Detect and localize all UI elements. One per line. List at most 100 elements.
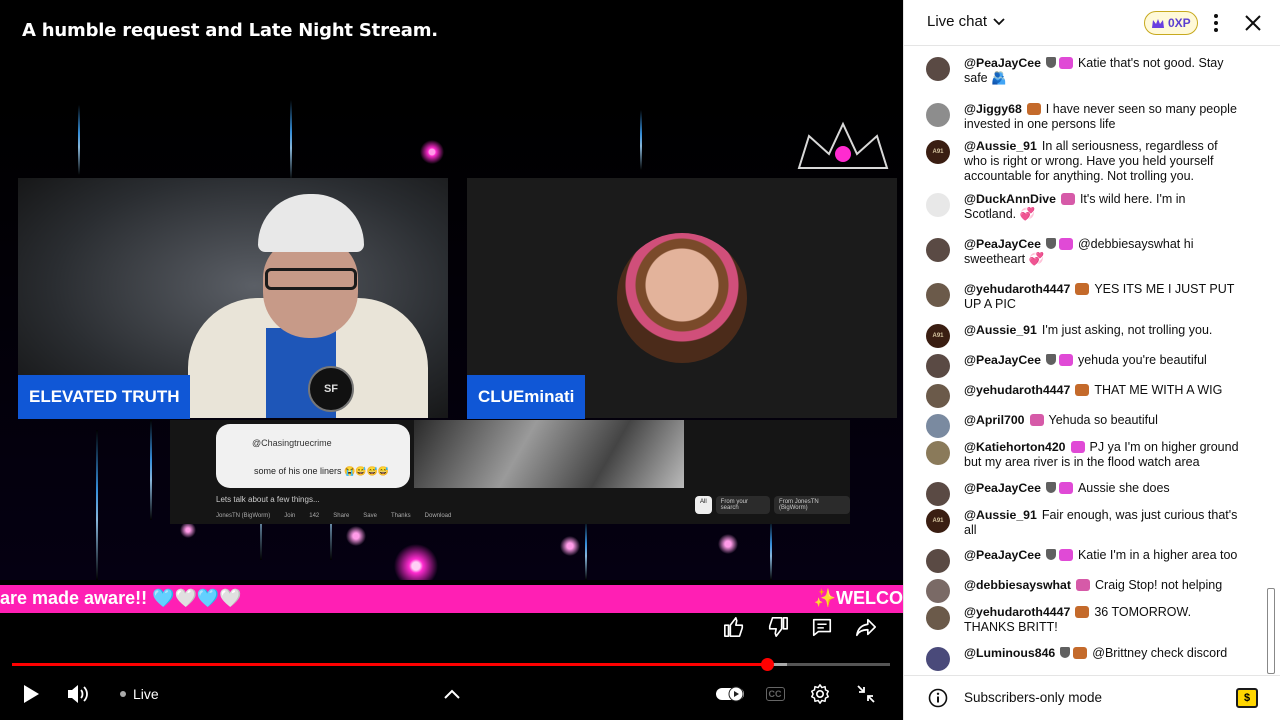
- chat-message-text: @Brittney check discord: [1092, 646, 1228, 660]
- chat-author-avatar[interactable]: [926, 384, 950, 408]
- video-player[interactable]: A humble request and Late Night Stream. …: [0, 0, 903, 720]
- moderator-shield-icon: [1045, 354, 1056, 365]
- chat-message[interactable]: @PeaJayCee Katie I'm in a higher area too: [926, 548, 1266, 573]
- chat-message[interactable]: @Katiehorton420 PJ ya I'm on higher groun…: [926, 440, 1266, 470]
- light-streak: [585, 520, 587, 580]
- progress-scrubber-handle[interactable]: [761, 658, 775, 671]
- share-button[interactable]: [853, 614, 879, 640]
- chat-author-avatar[interactable]: [926, 606, 950, 630]
- chat-message-body: @Jiggy68 I have never seen so many people…: [964, 102, 1240, 132]
- progress-bar[interactable]: [12, 658, 890, 671]
- chat-author-avatar[interactable]: [926, 238, 950, 262]
- chat-author-name[interactable]: @debbiesayswhat: [964, 578, 1071, 592]
- progress-played: [12, 663, 768, 666]
- chat-message[interactable]: @debbiesayswhat Craig Stop! not helping: [926, 578, 1266, 603]
- chat-author-name[interactable]: @Jiggy68: [964, 102, 1022, 116]
- like-button[interactable]: [721, 614, 747, 640]
- chat-message-body: @Aussie_91 I'm just asking, not trolling …: [964, 323, 1240, 338]
- member-badge-icon: [1026, 103, 1041, 115]
- chat-author-avatar[interactable]: [926, 103, 950, 127]
- chat-message-body: @PeaJayCee Katie that's not good. Stay sa…: [964, 56, 1240, 86]
- chat-author-avatar[interactable]: A91: [926, 140, 950, 164]
- live-indicator[interactable]: Live: [120, 676, 190, 712]
- chat-author-name[interactable]: @Aussie_91: [964, 508, 1037, 522]
- chat-message[interactable]: @yehudaroth4447 36 TOMORROW. THANKS BRITT…: [926, 605, 1266, 635]
- chat-author-name[interactable]: @DuckAnnDive: [964, 192, 1056, 206]
- chat-message[interactable]: @PeaJayCee yehuda you're beautiful: [926, 353, 1266, 378]
- chat-message[interactable]: A91 @Aussie_91 Fair enough, was just curio…: [926, 508, 1266, 538]
- chat-message-body: @debbiesayswhat Craig Stop! not helping: [964, 578, 1240, 593]
- chat-author-avatar[interactable]: [926, 647, 950, 671]
- chat-message[interactable]: @PeaJayCee Aussie she does: [926, 481, 1266, 506]
- chat-author-name[interactable]: @PeaJayCee: [964, 56, 1041, 70]
- chat-author-avatar[interactable]: A91: [926, 324, 950, 348]
- exit-fullscreen-icon: [857, 685, 875, 703]
- settings-button[interactable]: [808, 676, 832, 712]
- chat-author-avatar[interactable]: [926, 414, 950, 438]
- shared-join: Join: [284, 513, 296, 519]
- shared-video-heading: Lets talk about a few things...: [216, 495, 320, 504]
- chat-author-name[interactable]: @Aussie_91: [964, 323, 1037, 337]
- chat-message[interactable]: @PeaJayCee @debbiesayswhat hi sweetheart …: [926, 237, 1266, 267]
- chat-author-avatar[interactable]: [926, 482, 950, 506]
- captions-button[interactable]: CC: [764, 676, 786, 712]
- volume-icon: [68, 685, 88, 703]
- chat-author-name[interactable]: @yehudaroth4447: [964, 383, 1070, 397]
- chat-author-avatar[interactable]: [926, 549, 950, 573]
- chat-author-name[interactable]: @Katiehorton420: [964, 440, 1066, 454]
- member-badge-icon: [1075, 283, 1090, 295]
- chat-message[interactable]: A91 @Aussie_91 In all seriousness, regardl…: [926, 139, 1266, 184]
- chat-message[interactable]: @DuckAnnDive It's wild here. I'm in Scotl…: [926, 192, 1266, 222]
- info-icon: [928, 688, 948, 708]
- chat-mode-selector[interactable]: Live chat: [927, 13, 1005, 30]
- member-badge-icon: [1075, 384, 1090, 396]
- xp-value: 0XP: [1168, 16, 1191, 30]
- comment-icon: [812, 618, 832, 637]
- chat-message[interactable]: @yehudaroth4447 THAT ME WITH A WIG: [926, 383, 1266, 408]
- play-button[interactable]: [18, 676, 44, 712]
- chat-author-name[interactable]: @Aussie_91: [964, 139, 1037, 153]
- chat-author-name[interactable]: @yehudaroth4447: [964, 282, 1070, 296]
- chat-scrollbar[interactable]: [1267, 588, 1275, 674]
- chat-author-avatar[interactable]: [926, 57, 950, 81]
- chat-author-avatar[interactable]: [926, 283, 950, 307]
- info-button[interactable]: [928, 688, 948, 708]
- comment-button[interactable]: [809, 614, 835, 640]
- exit-fullscreen-button[interactable]: [854, 676, 878, 712]
- chat-message-text: Aussie she does: [1077, 481, 1170, 495]
- chat-author-name[interactable]: @April700: [964, 413, 1025, 427]
- chat-author-avatar[interactable]: [926, 579, 950, 603]
- chevron-down-icon: [993, 17, 1005, 25]
- mute-button[interactable]: [64, 676, 92, 712]
- autoplay-toggle[interactable]: [714, 676, 746, 712]
- chat-author-avatar[interactable]: [926, 441, 950, 465]
- moderator-shield-icon: [1060, 647, 1071, 658]
- streamer-hat: [258, 194, 364, 252]
- chat-message[interactable]: @Luminous846 @Brittney check discord: [926, 646, 1266, 671]
- chat-author-name[interactable]: @PeaJayCee: [964, 353, 1041, 367]
- dislike-button[interactable]: [765, 614, 791, 640]
- chat-message[interactable]: @April700 Yehuda so beautiful: [926, 413, 1266, 438]
- chat-message[interactable]: @yehudaroth4447 YES ITS ME I JUST PUT UP …: [926, 282, 1266, 312]
- chat-message-body: @Katiehorton420 PJ ya I'm on higher groun…: [964, 440, 1240, 470]
- chat-author-name[interactable]: @yehudaroth4447: [964, 605, 1070, 619]
- chevron-up-icon: [444, 689, 460, 699]
- chat-author-name[interactable]: @Luminous846: [964, 646, 1055, 660]
- chat-author-name[interactable]: @PeaJayCee: [964, 237, 1041, 251]
- xp-badge[interactable]: 0XP: [1144, 11, 1198, 35]
- close-chat-button[interactable]: [1242, 12, 1264, 34]
- chat-more-button[interactable]: [1206, 11, 1226, 35]
- chat-message-body: @Aussie_91 In all seriousness, regardless…: [964, 139, 1240, 184]
- member-badge-icon: [1058, 238, 1073, 250]
- chat-author-name[interactable]: @PeaJayCee: [964, 548, 1041, 562]
- chat-author-avatar[interactable]: A91: [926, 509, 950, 533]
- super-chat-button[interactable]: $: [1236, 688, 1258, 708]
- expand-button[interactable]: [440, 676, 464, 712]
- chat-author-avatar[interactable]: [926, 193, 950, 217]
- shared-comment-card: @Chasingtruecrime some of his one liners…: [216, 424, 410, 488]
- chat-message[interactable]: @PeaJayCee Katie that's not good. Stay sa…: [926, 56, 1266, 86]
- chat-author-name[interactable]: @PeaJayCee: [964, 481, 1041, 495]
- chat-message[interactable]: A91 @Aussie_91 I'm just asking, not trolli…: [926, 323, 1266, 348]
- chat-author-avatar[interactable]: [926, 354, 950, 378]
- chat-message[interactable]: @Jiggy68 I have never seen so many people…: [926, 102, 1266, 132]
